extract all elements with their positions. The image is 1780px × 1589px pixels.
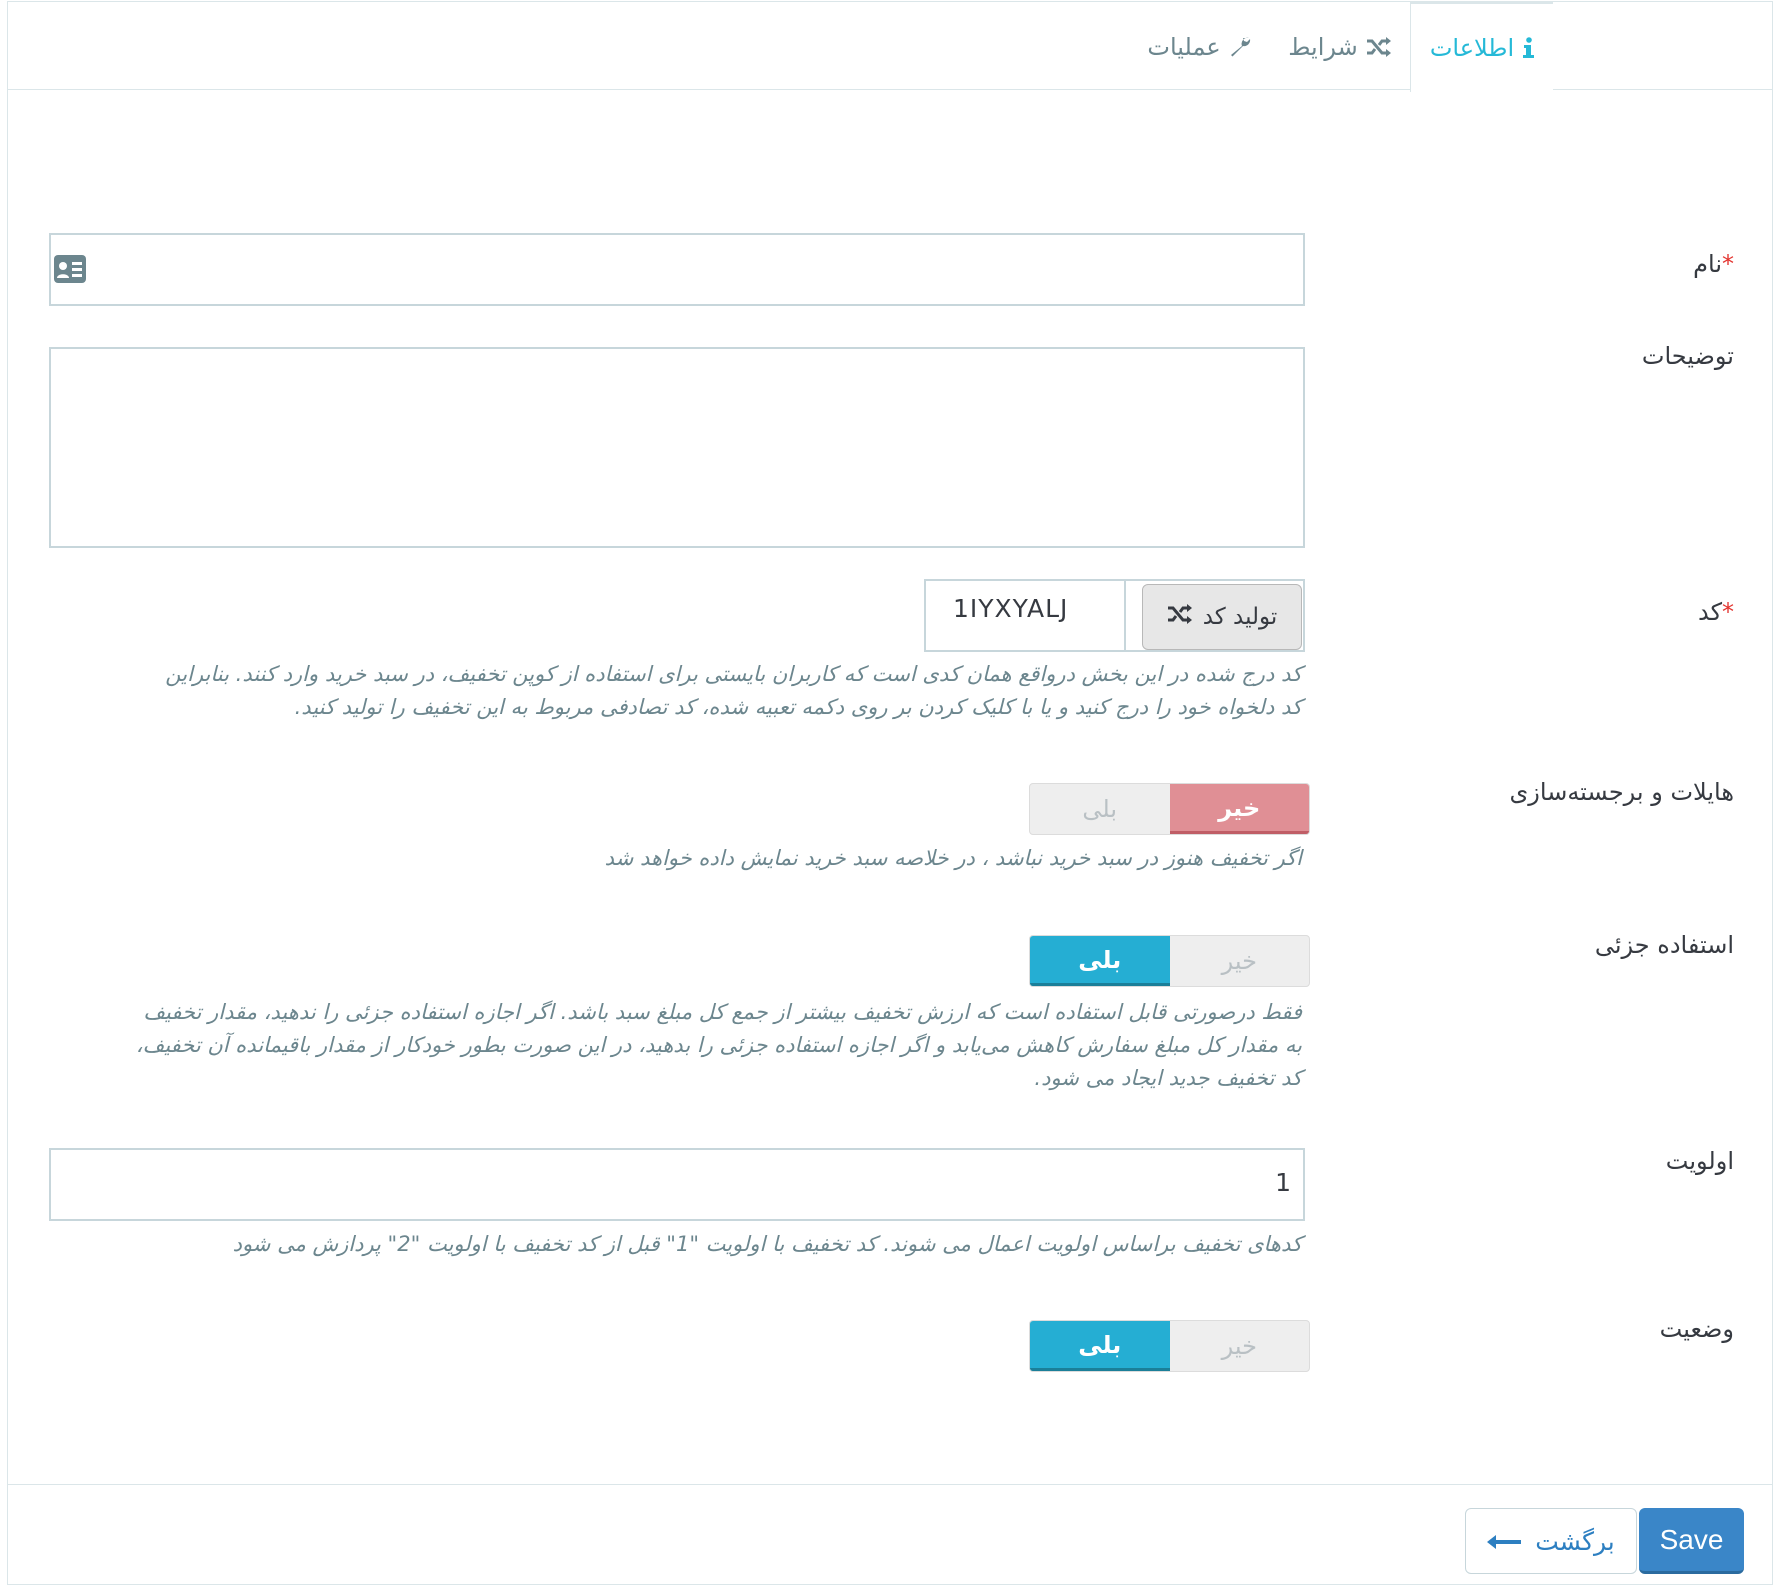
arrow-left-icon: [1487, 1527, 1522, 1556]
tab-conditions-label: شرایط: [1288, 32, 1358, 61]
highlight-no-option[interactable]: خیر: [1169, 784, 1309, 834]
generate-code-label: تولید کد: [1202, 604, 1278, 630]
code-help-line-2: کد دلخواه خود را درج کنید و یا با کلیک ک…: [294, 695, 1302, 719]
description-label: توضیحات: [1641, 342, 1734, 370]
partial-use-label: استفاده جزئی: [1594, 931, 1734, 959]
tab-actions-label: عملیات: [1147, 32, 1221, 61]
name-input[interactable]: [49, 233, 1305, 306]
required-mark: *: [1722, 250, 1734, 278]
form-panel: اطلاعات شرایط عملیات *نام توضیحات *کد 1I…: [7, 1, 1773, 1585]
highlight-label: هایلات و برجسته‌سازی: [1509, 778, 1734, 806]
code-label: *کد: [1697, 598, 1734, 626]
highlight-switch[interactable]: بلی خیر: [1029, 783, 1310, 835]
code-input[interactable]: 1IYXYALJ: [953, 594, 1068, 623]
tab-information-label: اطلاعات: [1429, 34, 1515, 62]
tab-bar: اطلاعات شرایط عملیات: [8, 2, 1772, 92]
tab-information[interactable]: اطلاعات: [1410, 2, 1553, 92]
code-divider: [1124, 581, 1126, 650]
footer-divider: [8, 1484, 1772, 1485]
status-no-option[interactable]: خیر: [1170, 1321, 1310, 1371]
priority-value: 1: [1275, 1168, 1291, 1197]
shuffle-icon: [1366, 36, 1392, 57]
tab-conditions[interactable]: شرایط: [1270, 2, 1410, 91]
status-switch[interactable]: بلی خیر: [1029, 1320, 1310, 1372]
back-button[interactable]: برگشت: [1465, 1508, 1637, 1574]
priority-input[interactable]: 1: [49, 1148, 1305, 1221]
back-label: برگشت: [1535, 1526, 1615, 1556]
partial-use-help-line-2: به مقدار کل مبلغ سفارش کاهش می‌یابد و اگ…: [135, 1033, 1302, 1057]
description-textarea[interactable]: [49, 347, 1305, 548]
partial-use-help-line-3: کد تخفیف جدید ایجاد می شود.: [1034, 1066, 1302, 1090]
status-label: وضعیت: [1659, 1315, 1734, 1343]
info-icon: [1522, 37, 1535, 59]
partial-use-yes-option[interactable]: بلی: [1030, 936, 1170, 986]
code-help-line-1: کد درج شده در این بخش درواقع همان کدی اس…: [165, 662, 1302, 686]
generate-code-button[interactable]: تولید کد: [1142, 584, 1302, 650]
id-card-icon: [53, 254, 87, 288]
highlight-yes-option[interactable]: بلی: [1030, 784, 1170, 834]
priority-help: کدهای تخفیف براساس اولویت اعمال می شوند.…: [232, 1232, 1302, 1256]
required-mark: *: [1722, 598, 1734, 626]
name-label: *نام: [1693, 250, 1734, 278]
partial-use-no-option[interactable]: خیر: [1170, 936, 1310, 986]
wrench-icon: [1229, 36, 1251, 58]
shuffle-icon: [1167, 604, 1193, 630]
highlight-help: اگر تخفیف هنوز در سبد خرید نباشد ، در خل…: [604, 846, 1302, 870]
tab-actions[interactable]: عملیات: [1128, 2, 1270, 91]
partial-use-switch[interactable]: بلی خیر: [1029, 935, 1310, 987]
priority-label: اولویت: [1665, 1147, 1734, 1175]
status-yes-option[interactable]: بلی: [1030, 1321, 1170, 1371]
partial-use-help-line-1: فقط درصورتی قابل استفاده است که ارزش تخف…: [143, 1000, 1302, 1024]
save-button[interactable]: Save: [1639, 1508, 1744, 1574]
